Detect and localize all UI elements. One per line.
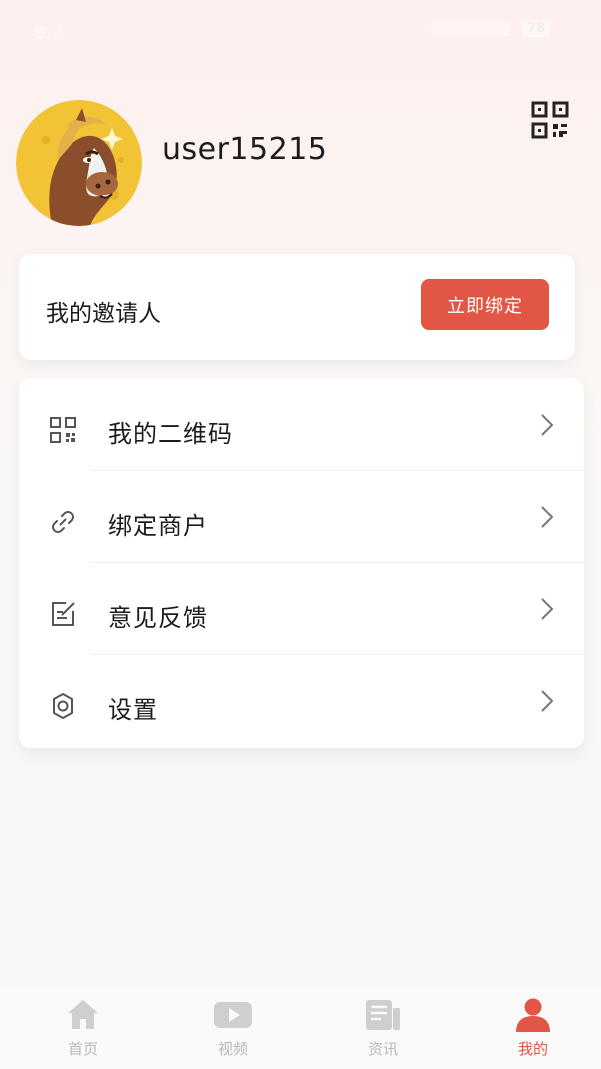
menu-item-label: 绑定商户 — [108, 512, 208, 540]
status-indicators: 78 — [430, 20, 551, 37]
link-icon — [52, 511, 74, 533]
person-icon — [516, 998, 550, 1032]
tab-home[interactable]: 首页 — [33, 988, 133, 1069]
horse-avatar-image — [16, 100, 142, 226]
bottom-nav: 首页 视频 资讯 我的 — [0, 988, 601, 1069]
tab-news[interactable]: 资讯 — [333, 988, 433, 1069]
inviter-card: 我的邀请人 立即绑定 — [19, 254, 575, 360]
inviter-label: 我的邀请人 — [46, 301, 161, 327]
menu-item-settings[interactable]: 设置 — [19, 654, 584, 746]
menu-item-feedback[interactable]: 意见反馈 — [19, 562, 584, 654]
video-play-icon — [214, 1002, 252, 1028]
menu-item-label: 意见反馈 — [108, 604, 208, 632]
battery-level: 78 — [520, 20, 551, 37]
home-icon — [68, 1000, 98, 1029]
menu-item-my-qr-code[interactable]: 我的二维码 — [19, 378, 584, 470]
username: user15215 — [162, 132, 328, 167]
chevron-right-icon — [541, 598, 554, 620]
signal-wifi-icon — [430, 21, 511, 36]
chevron-right-icon — [541, 506, 554, 528]
menu-item-bind-merchant[interactable]: 绑定商户 — [19, 470, 584, 562]
gear-icon — [53, 693, 73, 719]
tab-mine-label: 我的 — [517, 1040, 548, 1058]
tab-news-label: 资讯 — [367, 1040, 398, 1058]
menu-item-label: 设置 — [108, 696, 158, 724]
qr-code-icon — [50, 417, 76, 443]
tab-home-label: 首页 — [67, 1040, 98, 1058]
tab-video[interactable]: 视频 — [183, 988, 283, 1069]
bind-now-button[interactable]: 立即绑定 — [421, 279, 549, 330]
status-bar: 8:2 78 — [0, 0, 601, 64]
chevron-right-icon — [541, 414, 554, 436]
menu-card: 我的二维码 绑定商户 意见反馈 设置 — [19, 378, 584, 748]
menu-item-label: 我的二维码 — [108, 420, 233, 448]
qr-code-icon[interactable] — [530, 100, 570, 140]
avatar[interactable] — [16, 100, 142, 226]
news-icon — [366, 1000, 400, 1030]
edit-note-icon — [52, 602, 75, 626]
tab-video-label: 视频 — [217, 1040, 248, 1058]
tab-mine[interactable]: 我的 — [483, 988, 583, 1069]
status-time: 8:2 — [34, 24, 65, 44]
chevron-right-icon — [541, 690, 554, 712]
